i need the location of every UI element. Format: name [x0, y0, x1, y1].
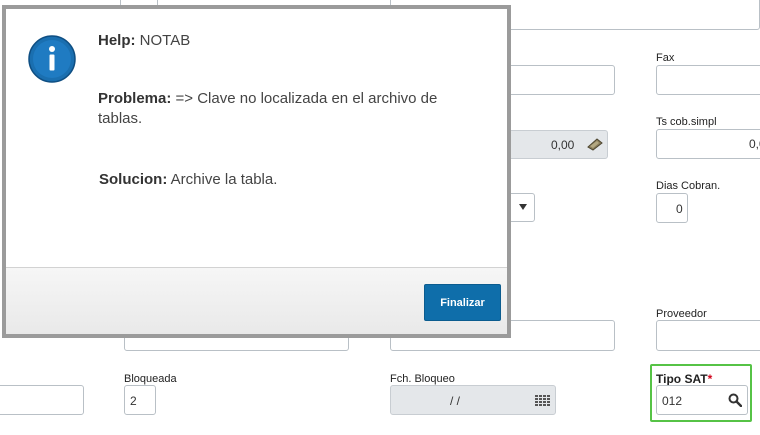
solution-label: Solucion: [99, 171, 168, 188]
proveedor-label: Proveedor [656, 308, 707, 320]
help-dialog: Help: NOTAB Problema: => Clave no locali… [2, 5, 511, 338]
problem-line: Problema: => Clave no localizada en el a… [98, 89, 468, 129]
bloqueada-value: 2 [130, 394, 137, 408]
mid-field-1[interactable] [505, 65, 615, 95]
ts-cob-label: Ts cob.simpl [656, 116, 717, 128]
finalizar-button[interactable]: Finalizar [424, 284, 501, 321]
info-icon [28, 35, 76, 83]
money-icon[interactable] [586, 136, 604, 152]
chevron-down-icon [519, 204, 527, 210]
bloqueada-label: Bloqueada [124, 373, 177, 385]
solution-line: Solucion: Archive la tabla. [99, 170, 277, 190]
calendar-icon[interactable] [535, 395, 550, 407]
dias-cobran-value: 0 [676, 202, 683, 216]
fax-label: Fax [656, 52, 675, 64]
help-value: NOTAB [139, 32, 191, 49]
tipo-sat-value: 012 [662, 394, 683, 408]
help-label: Help: [98, 32, 136, 49]
dialog-footer: Finalizar [6, 267, 507, 334]
bloqueada-input[interactable]: 2 [124, 385, 156, 415]
fch-bloqueo-value: / / [450, 394, 461, 408]
proveedor-input[interactable] [656, 320, 760, 351]
ts-cob-value: 0,0 [749, 137, 760, 151]
problem-label: Problema: [98, 90, 172, 107]
fax-input[interactable] [656, 65, 760, 95]
dias-cobran-input[interactable]: 0 [656, 193, 688, 223]
tipo-sat-label-text: Tipo SAT [656, 372, 708, 386]
field-row5-left[interactable] [0, 385, 84, 415]
amount-field: 0,00 [505, 130, 608, 159]
fch-bloqueo-input: / / [390, 385, 556, 415]
search-icon[interactable] [728, 393, 743, 408]
ts-cob-input[interactable]: 0,0 [656, 129, 760, 159]
solution-value: Archive la tabla. [170, 171, 278, 188]
required-mark: * [707, 372, 713, 386]
fch-bloqueo-label: Fch. Bloqueo [390, 373, 455, 385]
dias-cobran-label: Dias Cobran. [656, 180, 721, 192]
amount-value: 0,00 [551, 138, 575, 152]
tipo-sat-label: Tipo SAT* [656, 372, 712, 386]
help-line: Help: NOTAB [98, 31, 190, 51]
tipo-sat-input[interactable]: 012 [656, 385, 748, 415]
